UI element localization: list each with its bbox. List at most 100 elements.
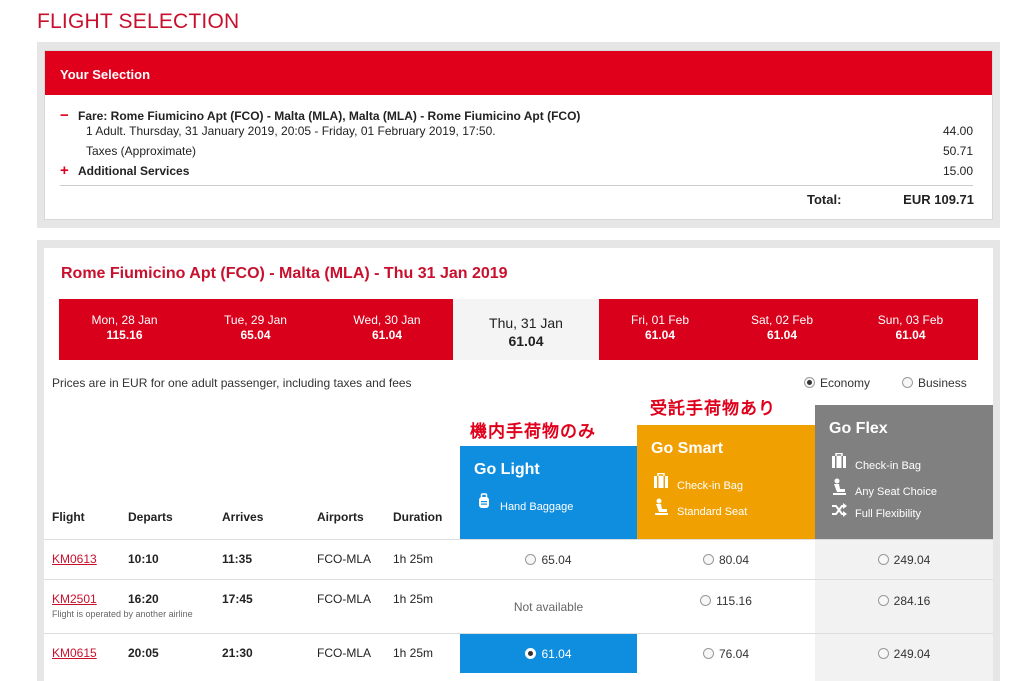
fare-line[interactable]: − Fare: Rome Fiumicino Apt (FCO) - Malta … [60, 107, 580, 124]
radio-icon[interactable] [702, 648, 714, 659]
fare-feature-label: Check-in Bag [677, 480, 744, 492]
collapse-minus-icon[interactable]: − [60, 107, 78, 124]
duration: 1h 25m [393, 646, 434, 660]
fare-price: 284.16 [893, 594, 931, 608]
shuffle-icon [829, 503, 849, 520]
fare-header-go-light: Go Light Hand Baggage [460, 446, 637, 539]
date-tab-0[interactable]: Mon, 28 Jan 115.16 [59, 299, 190, 360]
date-tab-5[interactable]: Sat, 02 Feb 61.04 [721, 299, 843, 360]
arrives-time: 21:30 [222, 646, 253, 660]
cabin-business[interactable]: Business [902, 376, 967, 390]
fare-feature-label: Hand Baggage [500, 501, 574, 513]
table-row-2: KM2501 [52, 592, 97, 606]
date-tab-6[interactable]: Sun, 03 Feb 61.04 [843, 299, 978, 360]
departs-time: 16:20 [128, 592, 159, 606]
table-row-3: KM0615 [52, 646, 97, 660]
date-tab-2[interactable]: Wed, 30 Jan 61.04 [321, 299, 453, 360]
cabin-economy[interactable]: Economy [804, 376, 870, 390]
date-price: 61.04 [644, 328, 676, 342]
radio-icon[interactable] [700, 595, 712, 606]
seat-icon [651, 498, 671, 518]
selection-panel: Your Selection − Fare: Rome Fiumicino Apt… [44, 50, 993, 220]
fare-option-smart[interactable]: 76.04 [637, 647, 815, 661]
fare-feature-label: Check-in Bag [855, 460, 922, 472]
radio-icon[interactable] [902, 377, 913, 388]
operated-by-note: Flight is operated by another airline [52, 609, 193, 619]
fare-detail: 1 Adult. Thursday, 31 January 2019, 20:0… [86, 124, 496, 138]
departs-time: 20:05 [128, 646, 159, 660]
date-label: Sun, 03 Feb [877, 313, 944, 327]
date-label: Thu, 31 Jan [489, 315, 563, 331]
date-label: Sat, 02 Feb [750, 313, 814, 327]
selection-header: Your Selection [45, 51, 992, 95]
price-note: Prices are in EUR for one adult passenge… [52, 376, 412, 390]
arrives-time: 17:45 [222, 592, 253, 606]
flight-number-link[interactable]: KM0613 [52, 552, 97, 566]
expand-plus-icon[interactable]: + [60, 162, 78, 179]
fare-price: 65.04 [541, 553, 572, 567]
fare-header-go-flex: Go Flex Check-in Bag Any Seat Choice Ful… [815, 405, 993, 539]
fare-line-label: Fare: Rome Fiumicino Apt (FCO) - Malta (… [78, 109, 581, 123]
date-label: Fri, 01 Feb [630, 313, 690, 327]
total-value: EUR 109.71 [903, 192, 974, 207]
airports: FCO-MLA [317, 646, 371, 660]
fare-option-smart[interactable]: 115.16 [637, 594, 815, 608]
fare-feature: Any Seat Choice [829, 478, 937, 498]
additional-services-label: Additional Services [78, 164, 190, 178]
fare-price: 249.04 [893, 647, 931, 661]
fare-option-light-selected[interactable]: 61.04 [460, 647, 637, 661]
date-price: 61.04 [895, 328, 926, 342]
col-duration: Duration [393, 510, 443, 524]
annotation-smart: 受託手荷物あり [650, 399, 776, 419]
radio-selected-icon[interactable] [525, 648, 537, 659]
taxes-label: Taxes (Approximate) [86, 144, 197, 158]
col-arrives: Arrives [222, 510, 264, 524]
col-flight: Flight [52, 510, 85, 524]
fare-not-available: Not available [513, 600, 584, 614]
col-airports: Airports [317, 510, 364, 524]
fare-price: 61.04 [541, 647, 572, 661]
date-price: 65.04 [240, 328, 271, 342]
date-price: 61.04 [371, 328, 403, 342]
cabin-business-label: Business [918, 376, 967, 390]
taxes-amount: 50.71 [942, 144, 973, 158]
fare-header-go-smart: Go Smart Check-in Bag Standard Seat [637, 425, 815, 539]
fare-option-flex[interactable]: 249.04 [815, 647, 993, 661]
seat-icon [829, 478, 849, 498]
table-row-1: KM0613 [52, 552, 97, 566]
date-tab-selected[interactable]: Thu, 31 Jan 61.04 [453, 299, 599, 360]
checkin-bag-icon [829, 452, 849, 472]
radio-icon[interactable] [525, 554, 537, 565]
route-title: Rome Fiumicino Apt (FCO) - Malta (MLA) -… [61, 265, 508, 282]
fare-option-light[interactable]: 65.04 [460, 553, 637, 567]
date-label: Wed, 30 Jan [353, 313, 421, 327]
fare-option-flex[interactable]: 284.16 [815, 594, 993, 608]
radio-icon[interactable] [877, 554, 889, 565]
radio-icon[interactable] [702, 554, 714, 565]
departs-time: 10:10 [128, 552, 159, 566]
radio-selected-icon[interactable] [804, 377, 815, 388]
date-price: 115.16 [106, 328, 143, 342]
fare-feature: Standard Seat [651, 498, 747, 518]
bag-icon [474, 493, 494, 513]
col-departs: Departs [128, 510, 173, 524]
cabin-economy-label: Economy [820, 376, 871, 390]
flight-number-link[interactable]: KM0615 [52, 646, 97, 660]
date-tab-1[interactable]: Tue, 29 Jan 65.04 [190, 299, 321, 360]
fare-option-flex[interactable]: 249.04 [815, 553, 993, 567]
fare-feature-label: Any Seat Choice [855, 486, 937, 498]
fare-feature: Full Flexibility [829, 503, 921, 520]
fare-feature: Check-in Bag [829, 452, 922, 472]
fare-price: 249.04 [893, 553, 931, 567]
fare-amount: 44.00 [942, 124, 973, 138]
date-tab-4[interactable]: Fri, 01 Feb 61.04 [599, 299, 721, 360]
fare-option-smart[interactable]: 80.04 [637, 553, 815, 567]
radio-icon[interactable] [877, 595, 889, 606]
radio-icon[interactable] [877, 648, 889, 659]
flight-number-link[interactable]: KM2501 [52, 592, 97, 606]
airports: FCO-MLA [317, 552, 371, 566]
additional-services-line[interactable]: + Additional Services [60, 162, 189, 179]
total-label: Total: [807, 192, 842, 207]
divider [60, 185, 973, 186]
fare-price: 80.04 [718, 553, 750, 567]
